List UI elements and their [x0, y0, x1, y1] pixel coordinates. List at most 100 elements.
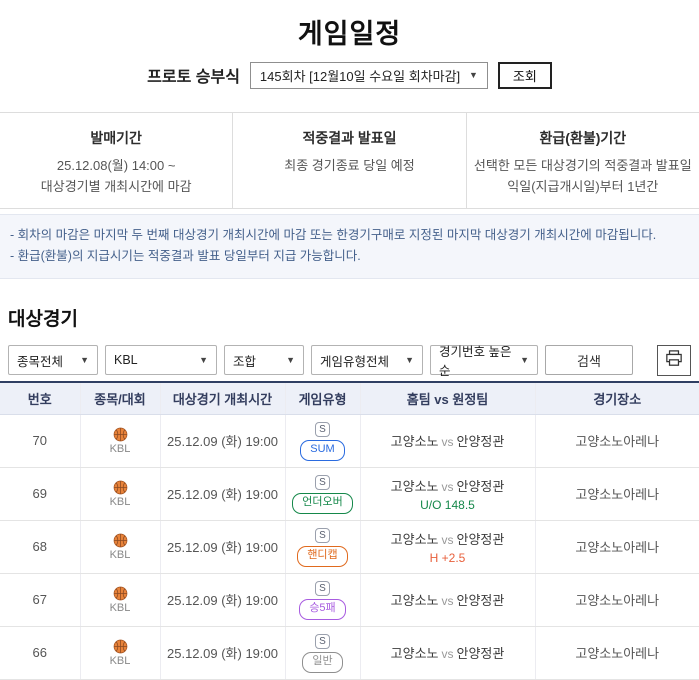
- teams-line: 고양소노vs안양정관: [361, 476, 535, 495]
- single-mark-icon: S: [315, 528, 330, 543]
- info-title: 환급(환불)기간: [467, 128, 699, 148]
- vs-label: vs: [439, 647, 457, 661]
- venue-cell: 고양소노아레나: [535, 573, 699, 626]
- sport-cell: KBL: [80, 467, 160, 520]
- search-button[interactable]: 검색: [545, 345, 633, 375]
- away-team: 안양정관: [457, 434, 505, 449]
- round-selector-row: 프로토 승부식 145회차 [12월10일 수요일 회차마감] ▼ 조회: [0, 61, 699, 89]
- info-line: 익일(지급개시일)부터 1년간: [467, 176, 699, 197]
- teams-cell: 고양소노vs안양정관: [360, 626, 535, 679]
- game-type-badge: 언더오버: [292, 493, 352, 513]
- query-button[interactable]: 조회: [498, 62, 552, 89]
- page-title: 게임일정: [0, 12, 699, 51]
- filter-dropdown[interactable]: 경기번호 높은순 ▼: [430, 345, 538, 375]
- column-header: 종목/대회: [80, 382, 160, 414]
- sale-info-section: 발매기간 25.12.08(월) 14:00 ~ 대상경기별 개최시간에 마감 …: [0, 113, 699, 208]
- column-header: 번호: [0, 382, 80, 414]
- teams-line: 고양소노vs안양정관: [361, 529, 535, 548]
- single-mark-icon: S: [315, 581, 330, 596]
- away-team: 안양정관: [457, 479, 505, 494]
- teams-line: 고양소노vs안양정관: [361, 431, 535, 450]
- info-title: 발매기간: [0, 128, 232, 148]
- game-type-cell: S 언더오버: [285, 467, 360, 520]
- notes-box: - 회차의 마감은 마지막 두 번째 대상경기 개최시간에 마감 또는 한경기구…: [0, 214, 699, 279]
- filter-dropdown[interactable]: 조합 ▼: [224, 345, 304, 375]
- table-row: 66 KBL 25.12.09 (화) 19:00 S 일반 고양소노vs안양정…: [0, 626, 699, 679]
- info-line: 선택한 모든 대상경기의 적중결과 발표일: [467, 155, 699, 176]
- vs-label: vs: [439, 480, 457, 494]
- single-mark-icon: S: [315, 634, 330, 649]
- game-number: 66: [0, 626, 80, 679]
- league-label: KBL: [81, 549, 160, 561]
- filter-dropdown[interactable]: 종목전체 ▼: [8, 345, 98, 375]
- venue-cell: 고양소노아레나: [535, 467, 699, 520]
- game-type-badge: SUM: [300, 440, 344, 460]
- table-header-row: 번호종목/대회대상경기 개최시간게임유형홈팀 vs 원정팀경기장소: [0, 382, 699, 414]
- sport-cell: KBL: [80, 573, 160, 626]
- filter-dropdown-value: 게임유형전체: [320, 351, 389, 370]
- teams-cell: 고양소노vs안양정관 H +2.5: [360, 520, 535, 573]
- column-header: 홈팀 vs 원정팀: [360, 382, 535, 414]
- teams-cell: 고양소노vs안양정관 U/O 148.5: [360, 467, 535, 520]
- chevron-down-icon: ▼: [199, 356, 208, 365]
- teams-cell: 고양소노vs안양정관: [360, 573, 535, 626]
- game-type-cell: S 일반: [285, 626, 360, 679]
- filter-dropdown[interactable]: KBL ▼: [105, 345, 217, 375]
- game-number: 70: [0, 414, 80, 467]
- basketball-icon: [113, 638, 128, 653]
- column-header: 대상경기 개최시간: [160, 382, 285, 414]
- home-team: 고양소노: [391, 593, 439, 608]
- game-datetime: 25.12.09 (화) 19:00: [160, 467, 285, 520]
- vs-label: vs: [439, 533, 457, 547]
- round-selector-label: 프로토 승부식: [147, 63, 240, 87]
- game-number: 67: [0, 573, 80, 626]
- league-label: KBL: [81, 443, 160, 455]
- table-row: 70 KBL 25.12.09 (화) 19:00 S SUM 고양소노vs안양…: [0, 414, 699, 467]
- venue-cell: 고양소노아레나: [535, 626, 699, 679]
- table-row: 69 KBL 25.12.09 (화) 19:00 S 언더오버 고양소노vs안…: [0, 467, 699, 520]
- home-team: 고양소노: [391, 646, 439, 661]
- print-button[interactable]: [657, 345, 691, 376]
- round-select[interactable]: 145회차 [12월10일 수요일 회차마감] ▼: [250, 62, 488, 89]
- info-col-refund-period: 환급(환불)기간 선택한 모든 대상경기의 적중결과 발표일 익일(지급개시일)…: [466, 113, 699, 208]
- basketball-icon: [113, 532, 128, 547]
- game-datetime: 25.12.09 (화) 19:00: [160, 573, 285, 626]
- table-row: 67 KBL 25.12.09 (화) 19:00 S 승5패 고양소노vs안양…: [0, 573, 699, 626]
- table-row: 68 KBL 25.12.09 (화) 19:00 S 핸디캡 고양소노vs안양…: [0, 520, 699, 573]
- chevron-down-icon: ▼: [405, 356, 414, 365]
- home-team: 고양소노: [391, 532, 439, 547]
- game-type-value: U/O 148.5: [361, 498, 535, 512]
- away-team: 안양정관: [457, 532, 505, 547]
- chevron-down-icon: ▼: [80, 356, 89, 365]
- basketball-icon: [113, 426, 128, 441]
- filter-dropdown-value: 조합: [233, 351, 256, 370]
- note-line: - 환급(환불)의 지급시기는 적중결과 발표 당일부터 지급 가능합니다.: [10, 246, 689, 267]
- teams-line: 고양소노vs안양정관: [361, 643, 535, 662]
- column-header: 경기장소: [535, 382, 699, 414]
- basketball-icon: [113, 479, 128, 494]
- game-datetime: 25.12.09 (화) 19:00: [160, 414, 285, 467]
- game-type-cell: S 핸디캡: [285, 520, 360, 573]
- filter-dropdown-value: 경기번호 높은순: [439, 341, 520, 379]
- info-col-result-date: 적중결과 발표일 최종 경기종료 당일 예정: [232, 113, 465, 208]
- chevron-down-icon: ▼: [469, 71, 478, 80]
- away-team: 안양정관: [457, 593, 505, 608]
- venue-cell: 고양소노아레나: [535, 520, 699, 573]
- game-number: 68: [0, 520, 80, 573]
- game-type-badge: 승5패: [299, 599, 345, 619]
- league-label: KBL: [81, 496, 160, 508]
- filter-dropdown-value: KBL: [114, 353, 138, 367]
- game-type-badge: 핸디캡: [297, 546, 347, 566]
- game-type-cell: S 승5패: [285, 573, 360, 626]
- home-team: 고양소노: [391, 479, 439, 494]
- info-line: 25.12.08(월) 14:00 ~: [0, 155, 232, 176]
- away-team: 안양정관: [457, 646, 505, 661]
- note-line: - 회차의 마감은 마지막 두 번째 대상경기 개최시간에 마감 또는 한경기구…: [10, 225, 689, 246]
- vs-label: vs: [439, 435, 457, 449]
- info-col-sale-period: 발매기간 25.12.08(월) 14:00 ~ 대상경기별 개최시간에 마감: [0, 113, 232, 208]
- league-label: KBL: [81, 655, 160, 667]
- game-datetime: 25.12.09 (화) 19:00: [160, 626, 285, 679]
- filter-dropdown[interactable]: 게임유형전체 ▼: [311, 345, 423, 375]
- game-type-cell: S SUM: [285, 414, 360, 467]
- venue-cell: 고양소노아레나: [535, 414, 699, 467]
